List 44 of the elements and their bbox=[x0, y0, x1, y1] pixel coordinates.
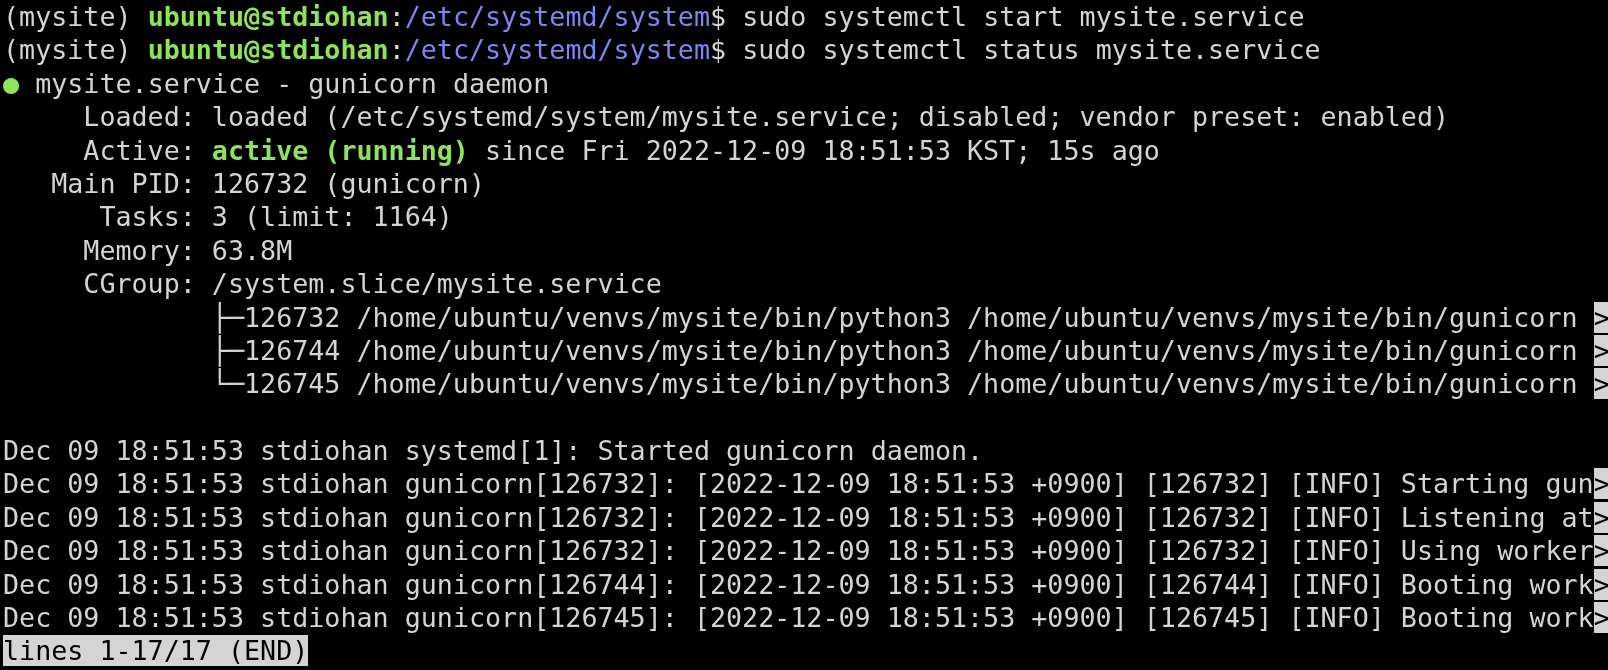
command-text: sudo systemctl start mysite.service bbox=[742, 1, 1305, 32]
field-label: Main PID: bbox=[50, 166, 196, 201]
prompt-separator: : bbox=[388, 34, 405, 66]
truncation-marker: > bbox=[1593, 334, 1608, 366]
log-line: Dec 09 18:51:53 stdiohan gunicorn[126732]: [2022-12-09 18:51:53 +0900] [126732] [INFO] Starting gun bbox=[3, 468, 1594, 500]
prompt-env: (mysite) bbox=[3, 34, 132, 66]
prompt-env: (mysite) bbox=[3, 1, 132, 32]
truncation-marker: > bbox=[1593, 368, 1608, 400]
process-line: └─126745 /home/ubuntu/venvs/mysite/bin/python3 /home/ubuntu/venvs/mysite/bin/gunicorn bbox=[211, 368, 1579, 400]
field-value: /system.slice/mysite.service bbox=[211, 268, 662, 300]
truncation-marker: > bbox=[1593, 301, 1608, 333]
truncation-marker: > bbox=[1593, 501, 1608, 533]
field-value: loaded (/etc/systemd/system/mysite.service; disabled; vendor preset: enabled) bbox=[211, 101, 1450, 133]
process-line: ├─126732 /home/ubuntu/venvs/mysite/bin/python3 /home/ubuntu/venvs/mysite/bin/gunicorn bbox=[211, 301, 1579, 333]
truncation-marker: > bbox=[1593, 568, 1608, 600]
field-label: Tasks: bbox=[98, 200, 196, 234]
truncation-marker: > bbox=[1593, 535, 1608, 567]
field-value: 3 (limit: 1164) bbox=[211, 201, 453, 233]
truncation-marker: > bbox=[1593, 468, 1608, 500]
log-line: Dec 09 18:51:53 stdiohan gunicorn[126744]: [2022-12-09 18:51:53 +0900] [126744] [INFO] Booting work bbox=[3, 568, 1594, 600]
field-label: Loaded: bbox=[82, 100, 196, 134]
pager-status: lines 1-17/17 (END) bbox=[3, 635, 309, 667]
truncation-marker: > bbox=[1593, 602, 1608, 634]
field-value: 126732 (gunicorn) bbox=[211, 167, 485, 199]
field-label: Memory: bbox=[82, 233, 196, 268]
status-dot-icon: ● bbox=[3, 67, 20, 99]
prompt-symbol: $ bbox=[710, 1, 727, 32]
prompt-user-host: ubuntu@stdiohan bbox=[147, 34, 389, 66]
field-value: active (running) since Fri 2022-12-09 18:51:53 KST; 15s ago bbox=[211, 134, 1160, 166]
field-label: CGroup: bbox=[82, 267, 196, 301]
process-line: ├─126744 /home/ubuntu/venvs/mysite/bin/python3 /home/ubuntu/venvs/mysite/bin/gunicorn bbox=[211, 334, 1579, 366]
log-line: Dec 09 18:51:53 stdiohan gunicorn[126745]: [2022-12-09 18:51:53 +0900] [126745] [INFO] Booting work bbox=[3, 602, 1594, 634]
field-value: 63.8M bbox=[211, 234, 293, 266]
log-line: Dec 09 18:51:53 stdiohan gunicorn[126732]: [2022-12-09 18:51:53 +0900] [126732] [INFO] Using worker bbox=[3, 535, 1594, 567]
prompt-user-host: ubuntu@stdiohan bbox=[147, 1, 389, 32]
prompt-separator: : bbox=[388, 1, 405, 32]
prompt-symbol: $ bbox=[710, 34, 727, 66]
prompt-path: /etc/systemd/system bbox=[404, 34, 710, 66]
log-line: Dec 09 18:51:53 stdiohan gunicorn[126732]: [2022-12-09 18:51:53 +0900] [126732] [INFO] Listening at bbox=[3, 501, 1594, 533]
prompt-path: /etc/systemd/system bbox=[404, 1, 710, 32]
log-line: Dec 09 18:51:53 stdiohan systemd[1]: Started gunicorn daemon. bbox=[3, 435, 984, 467]
field-label: Active: bbox=[82, 133, 196, 167]
unit-title: mysite.service - gunicorn daemon bbox=[35, 67, 550, 99]
command-text: sudo systemctl status mysite.service bbox=[742, 34, 1321, 66]
